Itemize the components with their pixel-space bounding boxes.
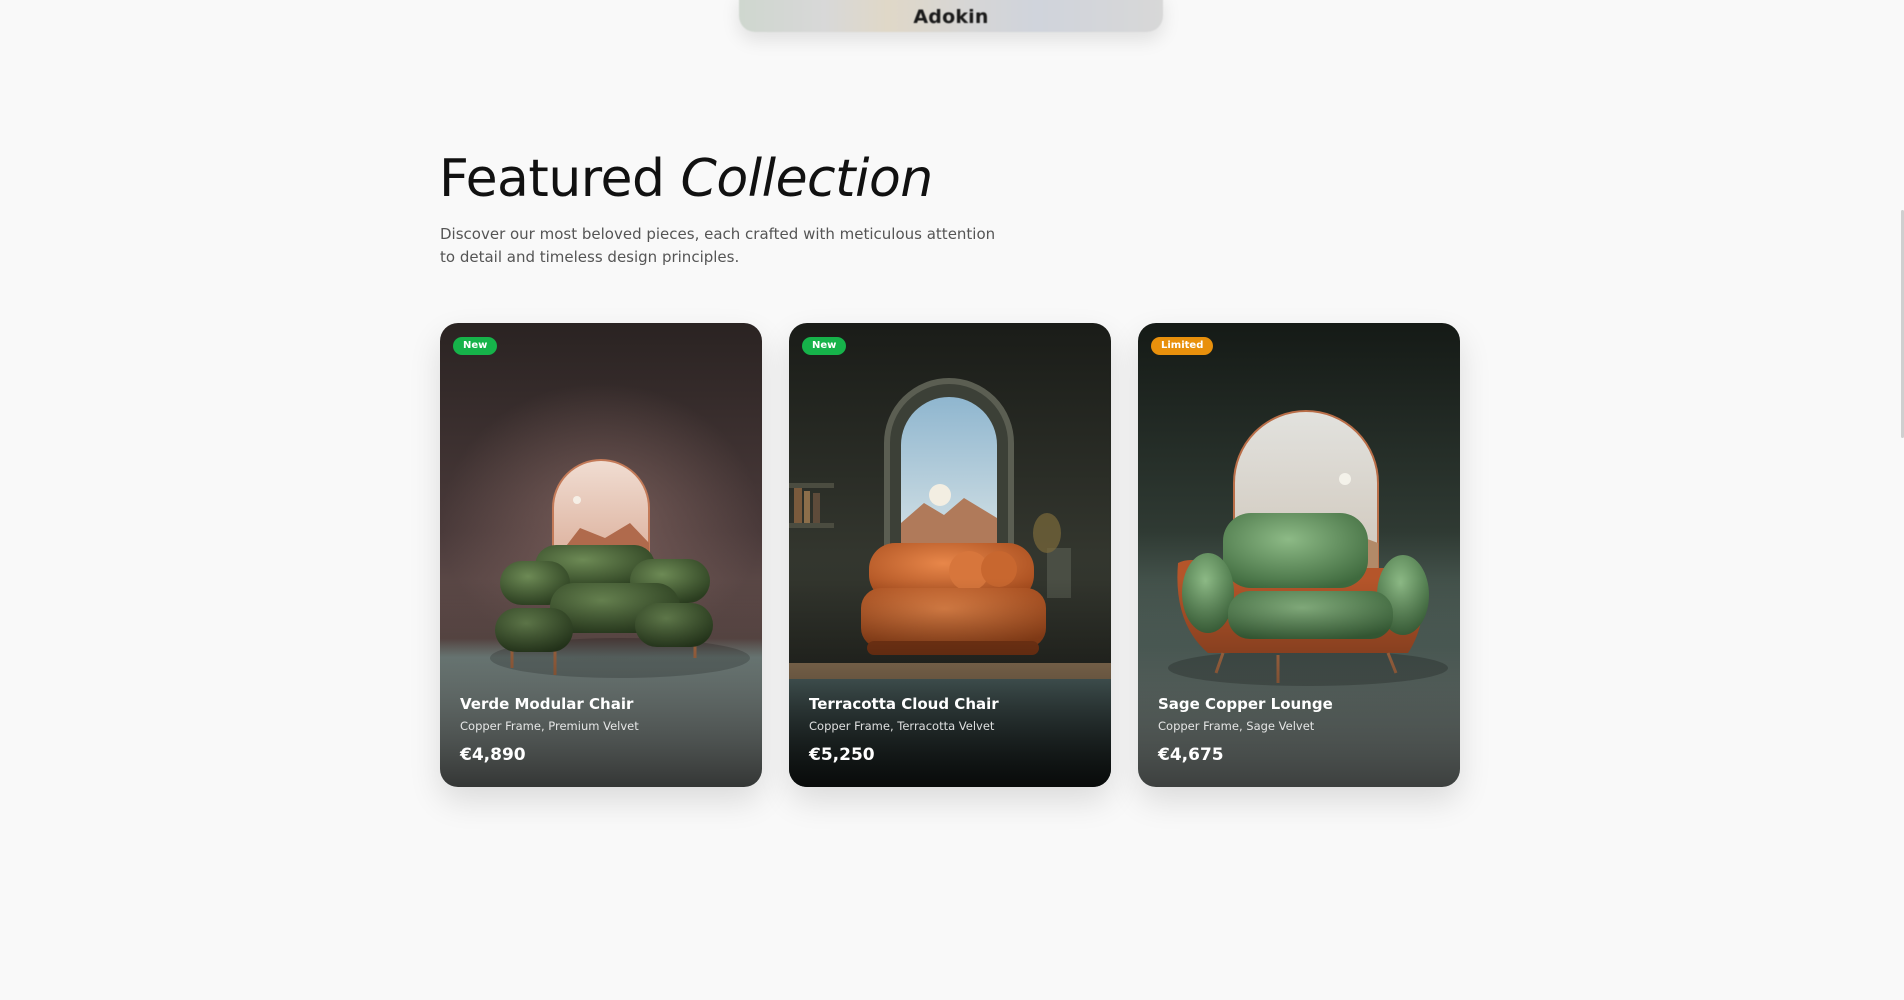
product-card[interactable]: New Verde Modular Chair Copper Frame, Pr… (440, 323, 762, 787)
product-grid: New Verde Modular Chair Copper Frame, Pr… (440, 323, 1460, 787)
section-title-main: Featured (439, 149, 665, 209)
product-badge: New (802, 337, 847, 355)
product-price: €5,250 (809, 745, 875, 765)
section-title-accent: Collection (680, 149, 934, 209)
section-subtitle: Discover our most beloved pieces, each c… (440, 225, 996, 266)
product-materials: Copper Frame, Sage Velvet (1158, 719, 1315, 733)
product-name: Sage Copper Lounge (1158, 695, 1333, 713)
product-name: Terracotta Cloud Chair (809, 695, 999, 713)
product-materials: Copper Frame, Premium Velvet (460, 719, 639, 733)
product-info: Terracotta Cloud Chair Copper Frame, Ter… (809, 695, 1095, 765)
product-info: Sage Copper Lounge Copper Frame, Sage Ve… (1158, 695, 1444, 765)
product-price: €4,675 (1158, 745, 1224, 765)
product-info: Verde Modular Chair Copper Frame, Premiu… (460, 695, 746, 765)
product-badge: Limited (1151, 337, 1214, 355)
product-card[interactable]: Limited Sage Copper Lounge Copper Frame,… (1138, 323, 1460, 787)
section-title: Featured Collection (439, 152, 933, 207)
product-badge: New (453, 337, 498, 355)
product-card[interactable]: New Terracotta Cloud Chair Copper Frame,… (789, 323, 1111, 787)
product-name: Verde Modular Chair (460, 695, 634, 713)
brand-logo[interactable]: Adokin (739, 6, 1163, 28)
top-navigation-bar: Adokin (739, 0, 1163, 32)
product-materials: Copper Frame, Terracotta Velvet (809, 719, 995, 733)
product-price: €4,890 (460, 745, 526, 765)
